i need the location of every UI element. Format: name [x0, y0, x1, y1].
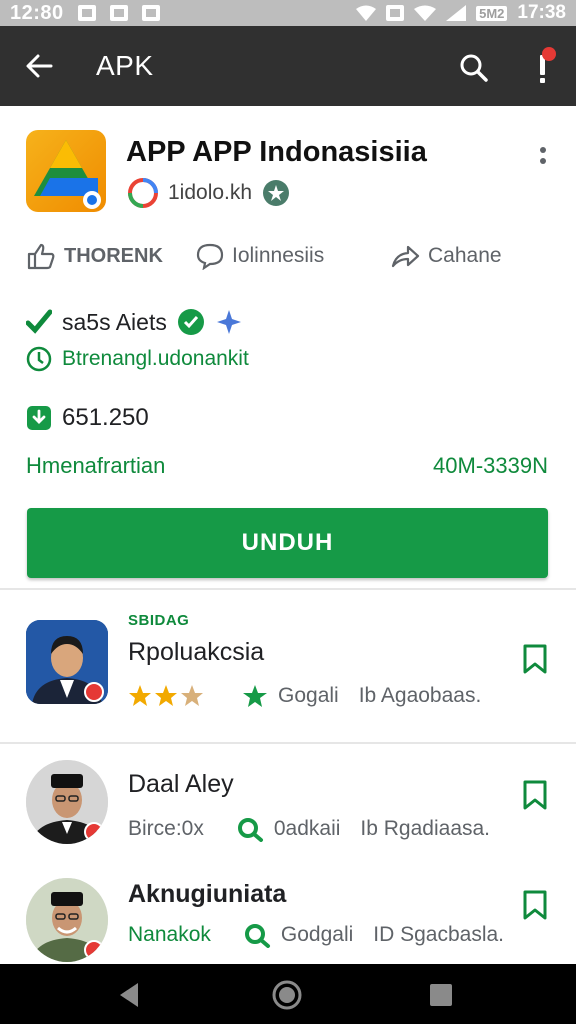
notifications-button[interactable]: [522, 40, 566, 92]
person-avatar: [26, 878, 108, 962]
list-item[interactable]: SBIDAG Rpoluakcsia Gogali Ib Agaobaas.: [0, 600, 576, 740]
item-meta-size: Ib Agaobaas.: [358, 684, 482, 707]
item-meta-source: Godgali: [280, 923, 354, 946]
item-meta-source: 0adkaii: [273, 817, 341, 840]
item-title: Aknugiuniata: [128, 880, 287, 908]
square-recents-icon: [430, 984, 452, 1006]
like-label: THORENK: [64, 244, 163, 267]
shield-check-icon: [177, 309, 204, 335]
size-value: 651.250: [62, 404, 149, 431]
nav-back-button[interactable]: [112, 978, 146, 1012]
item-meta-size: Ib Rgadiaasa.: [360, 817, 491, 840]
comment-action[interactable]: Iolinnesiis: [196, 242, 324, 270]
nav-recents-button[interactable]: [424, 978, 458, 1012]
more-options-button[interactable]: [528, 140, 558, 170]
app-bar-title: APK: [96, 50, 154, 81]
download-icon: [27, 406, 51, 430]
notification-icon: [77, 5, 96, 21]
arrow-left-icon: [26, 54, 53, 78]
item-meta-size: ID Sgacbasla.: [373, 923, 505, 946]
share-label: Cahane: [428, 244, 502, 267]
meta-left: Hmenafrartian: [26, 453, 166, 478]
google-icon: [128, 178, 158, 208]
app-bar: APK: [0, 26, 576, 106]
category-text: Btrenangl.udonankit: [62, 347, 249, 370]
verified-badge-icon: [263, 180, 290, 206]
circle-home-icon: [272, 980, 302, 1010]
dot-icon: [540, 157, 546, 164]
check-icon: [26, 309, 52, 334]
notification-icon: [386, 5, 405, 21]
list-item[interactable]: Aknugiuniata Nanakok Godgali ID Sgacbasl…: [0, 864, 576, 964]
bookmark-icon: [523, 890, 547, 920]
list-item[interactable]: Daal Aley Birce:0x 0adkaii Ib Rgadiaasa.: [0, 744, 576, 864]
badge-icon: [84, 682, 104, 702]
search-button[interactable]: [452, 46, 496, 90]
developer-row: 1idolo.kh: [128, 178, 290, 208]
item-meta-tag: Nanakok: [128, 923, 211, 946]
notification-icon: [141, 5, 160, 21]
bookmark-icon: [523, 644, 547, 674]
person-avatar: [26, 760, 108, 844]
triangle-back-icon: [120, 983, 138, 1007]
status-time: 12:80: [10, 1, 64, 24]
bookmark-button[interactable]: [520, 778, 550, 812]
nav-home-button[interactable]: [270, 978, 304, 1012]
app-name: APP APP Indonasisiia: [126, 136, 427, 168]
status-clock: 17:38: [517, 2, 566, 23]
system-nav-bar: [0, 964, 576, 1024]
clock-icon: [26, 346, 52, 372]
download-button[interactable]: UNDUH: [27, 508, 548, 578]
person-avatar: [26, 620, 108, 704]
category-row: Btrenangl.udonankit: [26, 346, 249, 372]
battery-icon: 5M2: [476, 5, 508, 21]
comment-label: Iolinnesiis: [232, 244, 325, 267]
like-action[interactable]: THORENK: [26, 242, 163, 270]
search-badge-icon: [237, 818, 263, 842]
badge-icon: [84, 822, 104, 842]
bookmark-icon: [523, 780, 547, 810]
item-title: Daal Aley: [128, 770, 234, 798]
item-meta: Nanakok Godgali ID Sgacbasla.: [128, 922, 504, 948]
star-rating-icon: [129, 685, 203, 706]
star-icon: [243, 685, 267, 707]
bookmark-button[interactable]: [520, 888, 550, 922]
sparkle-icon: [216, 310, 241, 334]
meta-right: 40M-3339N: [433, 453, 548, 478]
rating-text: sa5s Aiets: [62, 308, 167, 335]
search-badge-icon: [244, 924, 270, 948]
item-kicker: SBIDAG: [128, 612, 190, 629]
bookmark-button[interactable]: [520, 642, 550, 676]
back-button[interactable]: [0, 26, 78, 106]
item-meta: Gogali Ib Agaobaas.: [128, 684, 481, 708]
item-meta: Birce:0x 0adkaii Ib Rgadiaasa.: [128, 816, 490, 842]
thumbs-up-icon: [27, 243, 55, 270]
item-meta-tag: Birce:0x: [128, 817, 204, 840]
badge-icon: [84, 940, 104, 960]
comment-icon: [196, 243, 224, 270]
signal-icon: [356, 5, 377, 21]
size-row: 651.250: [26, 404, 149, 432]
notification-icon: [109, 5, 128, 21]
cell-signal-icon: [446, 5, 467, 21]
wifi-icon: [414, 5, 437, 21]
search-icon: [460, 54, 488, 82]
item-meta-source: Gogali: [278, 684, 339, 707]
dot-icon: [540, 146, 546, 153]
share-action[interactable]: Cahane: [390, 242, 502, 270]
divider: [0, 588, 576, 590]
share-icon: [391, 245, 420, 268]
developer-name[interactable]: 1idolo.kh: [168, 181, 252, 205]
item-title: Rpoluakcsia: [128, 638, 265, 666]
alert-icon: [540, 47, 556, 83]
rating-row: sa5s Aiets: [26, 308, 243, 336]
status-bar: 12:80 5M2 17:38: [0, 0, 576, 26]
app-logo: [26, 130, 106, 212]
